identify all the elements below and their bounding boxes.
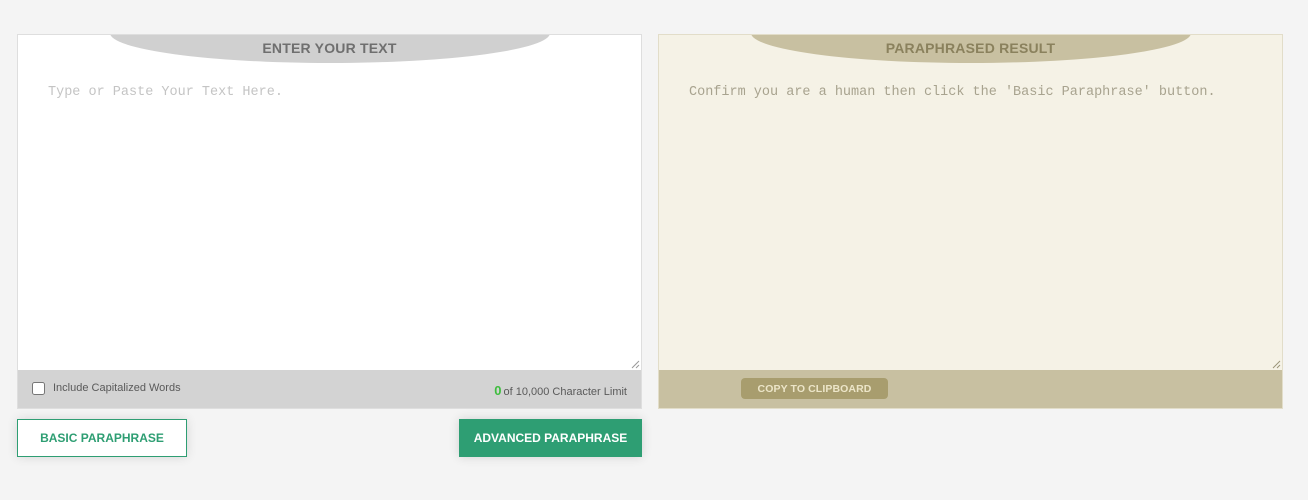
result-panel-footer: COPY TO CLIPBOARD — [659, 370, 1282, 408]
resize-grip-icon[interactable] — [1271, 359, 1281, 369]
result-panel-title: PARAPHRASED RESULT — [885, 40, 1056, 56]
paraphraser-tool: ENTER YOUR TEXT Include Capitalized Word… — [0, 0, 1308, 500]
copy-to-clipboard-button[interactable]: COPY TO CLIPBOARD — [741, 378, 888, 399]
input-panel-footer: Include Capitalized Words 0 of 10,000 Cha… — [18, 370, 641, 408]
character-limit-text: of 10,000 Character Limit — [503, 386, 627, 398]
input-panel-title: ENTER YOUR TEXT — [262, 40, 397, 56]
input-panel: ENTER YOUR TEXT Include Capitalized Word… — [17, 34, 642, 409]
result-output[interactable]: Confirm you are a human then click the '… — [659, 63, 1282, 371]
input-textarea[interactable] — [18, 63, 641, 371]
include-capitalized-checkbox[interactable] — [32, 382, 45, 395]
include-capitalized-label[interactable]: Include Capitalized Words — [53, 382, 181, 394]
resize-grip-icon[interactable] — [630, 359, 640, 369]
character-count: 0 — [494, 383, 502, 398]
basic-paraphrase-button[interactable]: BASIC PARAPHRASE — [17, 419, 187, 457]
advanced-paraphrase-button[interactable]: ADVANCED PARAPHRASE — [459, 419, 642, 457]
character-limit: 0 of 10,000 Character Limit — [494, 383, 627, 398]
result-panel: PARAPHRASED RESULT Confirm you are a hum… — [658, 34, 1283, 409]
